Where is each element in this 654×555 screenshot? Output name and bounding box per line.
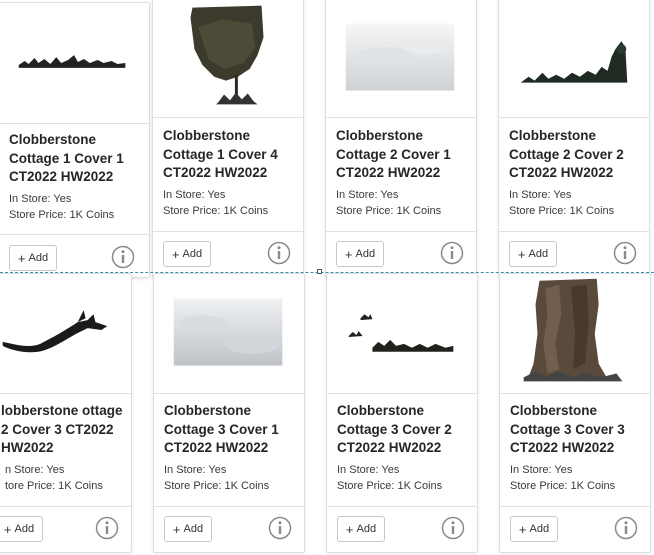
store-price: Store Price: 1K Coins — [163, 205, 269, 217]
item-card[interactable]: Clobberstone Cottage 3 Cover 1 CT2022 HW… — [153, 273, 305, 553]
item-title: Clobberstone Cottage 3 Cover 2 CT2022 HW… — [337, 403, 452, 455]
item-title: Clobberstone Cottage 1 Cover 4 CT2022 HW… — [163, 128, 278, 180]
item-thumbnail — [0, 3, 149, 121]
add-button[interactable]: + Add — [164, 516, 212, 542]
item-title: Clobberstone Cottage 1 Cover 1 CT2022 HW… — [9, 132, 124, 184]
plus-icon: + — [345, 521, 354, 537]
info-icon[interactable] — [614, 516, 638, 540]
item-thumbnail — [499, 0, 649, 117]
in-store-status: n Store: Yes — [5, 464, 65, 476]
item-title: Clobberstone Cottage 2 Cover 1 CT2022 HW… — [336, 128, 451, 180]
plus-icon: + — [518, 521, 527, 537]
item-title: Clobberstone Cottage 3 Cover 1 CT2022 HW… — [164, 403, 279, 455]
plus-icon: + — [172, 521, 181, 537]
item-thumbnail — [327, 274, 477, 392]
in-store-status: In Store: Yes — [510, 464, 573, 476]
store-price: Store Price: 1K Coins — [509, 205, 615, 217]
info-icon[interactable] — [111, 245, 135, 269]
plus-icon: + — [517, 246, 526, 262]
item-card[interactable]: Clobberstone Cottage 3 Cover 3 CT2022 HW… — [499, 273, 651, 553]
in-store-status: In Store: Yes — [163, 189, 226, 201]
in-store-status: In Store: Yes — [336, 189, 399, 201]
item-card[interactable]: lobberstone ottage 2 Cover 3 CT2022 HW20… — [0, 273, 132, 553]
info-icon[interactable] — [267, 241, 291, 265]
store-price: Store Price: 1K Coins — [336, 205, 442, 217]
store-price: Store Price: 1K Coins — [9, 209, 115, 221]
store-price: Store Price: 1K Coins — [510, 480, 616, 492]
item-title: Clobberstone Cottage 2 Cover 2 CT2022 HW… — [509, 128, 624, 180]
item-title: Clobberstone Cottage 3 Cover 3 CT2022 HW… — [510, 403, 625, 455]
item-card[interactable]: Clobberstone Cottage 1 Cover 1 CT2022 HW… — [0, 2, 150, 278]
plus-icon: + — [3, 521, 12, 537]
plus-icon: + — [344, 246, 353, 262]
item-thumbnail — [153, 0, 303, 117]
info-icon[interactable] — [441, 516, 465, 540]
add-button[interactable]: + Add — [509, 241, 557, 267]
plus-icon: + — [17, 250, 26, 266]
in-store-status: In Store: Yes — [509, 189, 572, 201]
item-card[interactable]: Clobberstone Cottage 2 Cover 2 CT2022 HW… — [498, 0, 650, 278]
item-card[interactable]: Clobberstone Cottage 1 Cover 4 CT2022 HW… — [152, 0, 304, 278]
store-price: tore Price: 1K Coins — [5, 480, 103, 492]
item-title: lobberstone ottage 2 Cover 3 CT2022 HW20… — [1, 403, 123, 455]
info-icon[interactable] — [95, 516, 119, 540]
add-button[interactable]: + Add — [0, 516, 43, 542]
resize-handle[interactable] — [317, 269, 322, 274]
add-button[interactable]: + Add — [163, 241, 211, 267]
item-card[interactable]: Clobberstone Cottage 2 Cover 1 CT2022 HW… — [325, 0, 477, 278]
plus-icon: + — [171, 246, 180, 262]
store-price: Store Price: 1K Coins — [164, 480, 270, 492]
store-price: Store Price: 1K Coins — [337, 480, 443, 492]
add-button[interactable]: + Add — [337, 516, 385, 542]
add-button[interactable]: + Add — [9, 245, 57, 271]
item-card[interactable]: Clobberstone Cottage 3 Cover 2 CT2022 HW… — [326, 273, 478, 553]
info-icon[interactable] — [440, 241, 464, 265]
item-thumbnail — [326, 0, 476, 117]
item-thumbnail — [500, 274, 650, 392]
info-icon[interactable] — [268, 516, 292, 540]
info-icon[interactable] — [613, 241, 637, 265]
in-store-status: In Store: Yes — [337, 464, 400, 476]
in-store-status: In Store: Yes — [9, 193, 72, 205]
item-thumbnail — [0, 274, 131, 392]
add-button[interactable]: + Add — [510, 516, 558, 542]
add-button[interactable]: + Add — [336, 241, 384, 267]
item-thumbnail — [154, 274, 304, 392]
in-store-status: In Store: Yes — [164, 464, 227, 476]
